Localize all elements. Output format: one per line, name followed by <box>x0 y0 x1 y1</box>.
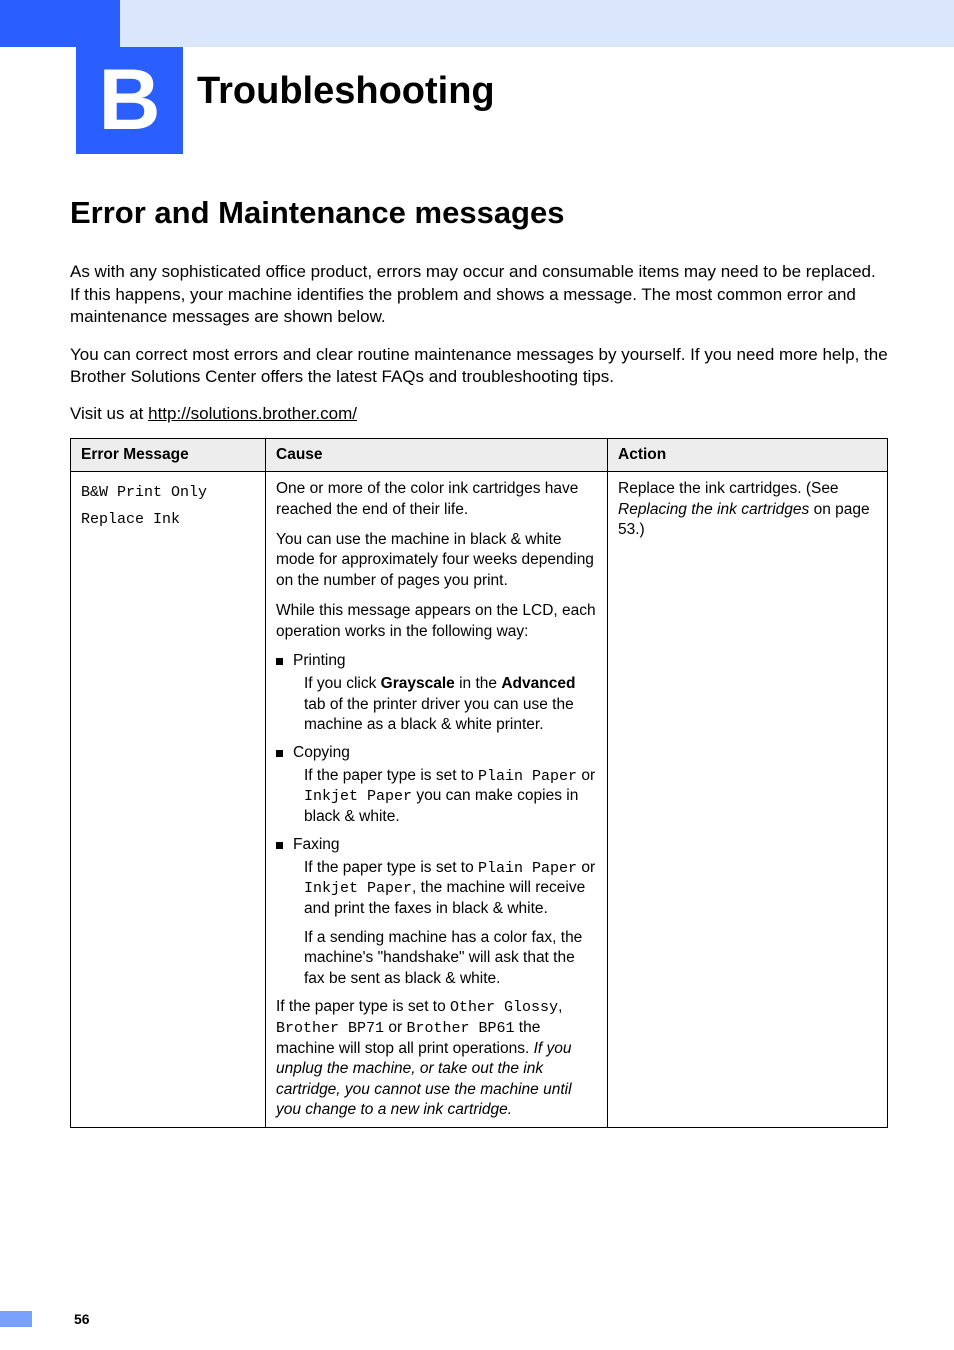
action-italic: Replacing the ink cartridges <box>618 501 809 518</box>
header-error-message: Error Message <box>71 439 266 472</box>
cell-error-message: B&W Print Only Replace Ink <box>71 472 266 1128</box>
bullet-square-icon <box>276 658 283 665</box>
copying-or: or <box>577 767 595 784</box>
final-bp61: Brother BP61 <box>406 1020 514 1037</box>
faxing-pre: If the paper type is set to <box>304 859 478 876</box>
copying-detail: If the paper type is set to Plain Paper … <box>304 766 597 828</box>
content-area: Error and Maintenance messages As with a… <box>70 195 888 1128</box>
chapter-badge: B <box>76 47 183 154</box>
top-header-accent <box>0 0 120 47</box>
intro-paragraph-1: As with any sophisticated office product… <box>70 261 888 329</box>
bullet-square-icon <box>276 842 283 849</box>
bullet-faxing: Faxing <box>276 836 597 854</box>
faxing-plain-paper: Plain Paper <box>478 860 577 877</box>
cause-final: If the paper type is set to Other Glossy… <box>276 997 597 1120</box>
page-footer-accent <box>0 1311 32 1327</box>
action-text: Replace the ink cartridges. (See Replaci… <box>618 479 877 540</box>
table-row: B&W Print Only Replace Ink One or more o… <box>71 472 888 1128</box>
copying-plain-paper: Plain Paper <box>478 768 577 785</box>
final-or: or <box>384 1019 406 1036</box>
bullet-printing-label: Printing <box>293 652 346 670</box>
page-number: 56 <box>74 1311 90 1327</box>
printing-bold-grayscale: Grayscale <box>381 675 455 692</box>
top-header-bar <box>0 0 954 47</box>
final-bp71: Brother BP71 <box>276 1020 384 1037</box>
printing-detail-pre: If you click <box>304 675 381 692</box>
bullet-faxing-label: Faxing <box>293 836 340 854</box>
final-pre: If the paper type is set to <box>276 998 450 1015</box>
table-header-row: Error Message Cause Action <box>71 439 888 472</box>
section-heading: Error and Maintenance messages <box>70 195 888 231</box>
visit-prefix: Visit us at <box>70 404 148 423</box>
action-pre: Replace the ink cartridges. (See <box>618 480 839 497</box>
printing-detail: If you click Grayscale in the Advanced t… <box>304 674 597 735</box>
cause-p2: You can use the machine in black & white… <box>276 530 597 591</box>
msg-line1: B&W Print Only <box>81 484 207 501</box>
bullet-copying: Copying <box>276 744 597 762</box>
bullet-copying-label: Copying <box>293 744 350 762</box>
intro-paragraph-2: You can correct most errors and clear ro… <box>70 344 888 389</box>
cause-p3: While this message appears on the LCD, e… <box>276 601 597 642</box>
faxing-detail-1: If the paper type is set to Plain Paper … <box>304 858 597 920</box>
error-messages-table: Error Message Cause Action B&W Print Onl… <box>70 438 888 1128</box>
printing-bold-advanced: Advanced <box>501 675 575 692</box>
copying-inkjet-paper: Inkjet Paper <box>304 788 412 805</box>
cause-p1: One or more of the color ink cartridges … <box>276 479 597 520</box>
msg-line2: Replace Ink <box>81 511 180 528</box>
cell-action: Replace the ink cartridges. (See Replaci… <box>608 472 888 1128</box>
page-footer: 56 <box>0 1308 90 1330</box>
printing-detail-post: tab of the printer driver you can use th… <box>304 696 574 733</box>
bullet-printing: Printing <box>276 652 597 670</box>
header-action: Action <box>608 439 888 472</box>
bullet-square-icon <box>276 750 283 757</box>
cell-cause: One or more of the color ink cartridges … <box>266 472 608 1128</box>
faxing-inkjet-paper: Inkjet Paper <box>304 880 412 897</box>
faxing-or: or <box>577 859 595 876</box>
final-sep1: , <box>558 998 562 1015</box>
chapter-title: Troubleshooting <box>197 70 495 113</box>
chapter-letter: B <box>98 51 160 150</box>
copying-pre: If the paper type is set to <box>304 767 478 784</box>
printing-detail-mid: in the <box>455 675 502 692</box>
final-other-glossy: Other Glossy <box>450 999 558 1016</box>
header-cause: Cause <box>266 439 608 472</box>
faxing-detail-2: If a sending machine has a color fax, th… <box>304 928 597 989</box>
visit-line: Visit us at http://solutions.brother.com… <box>70 404 888 424</box>
solutions-link[interactable]: http://solutions.brother.com/ <box>148 404 357 423</box>
